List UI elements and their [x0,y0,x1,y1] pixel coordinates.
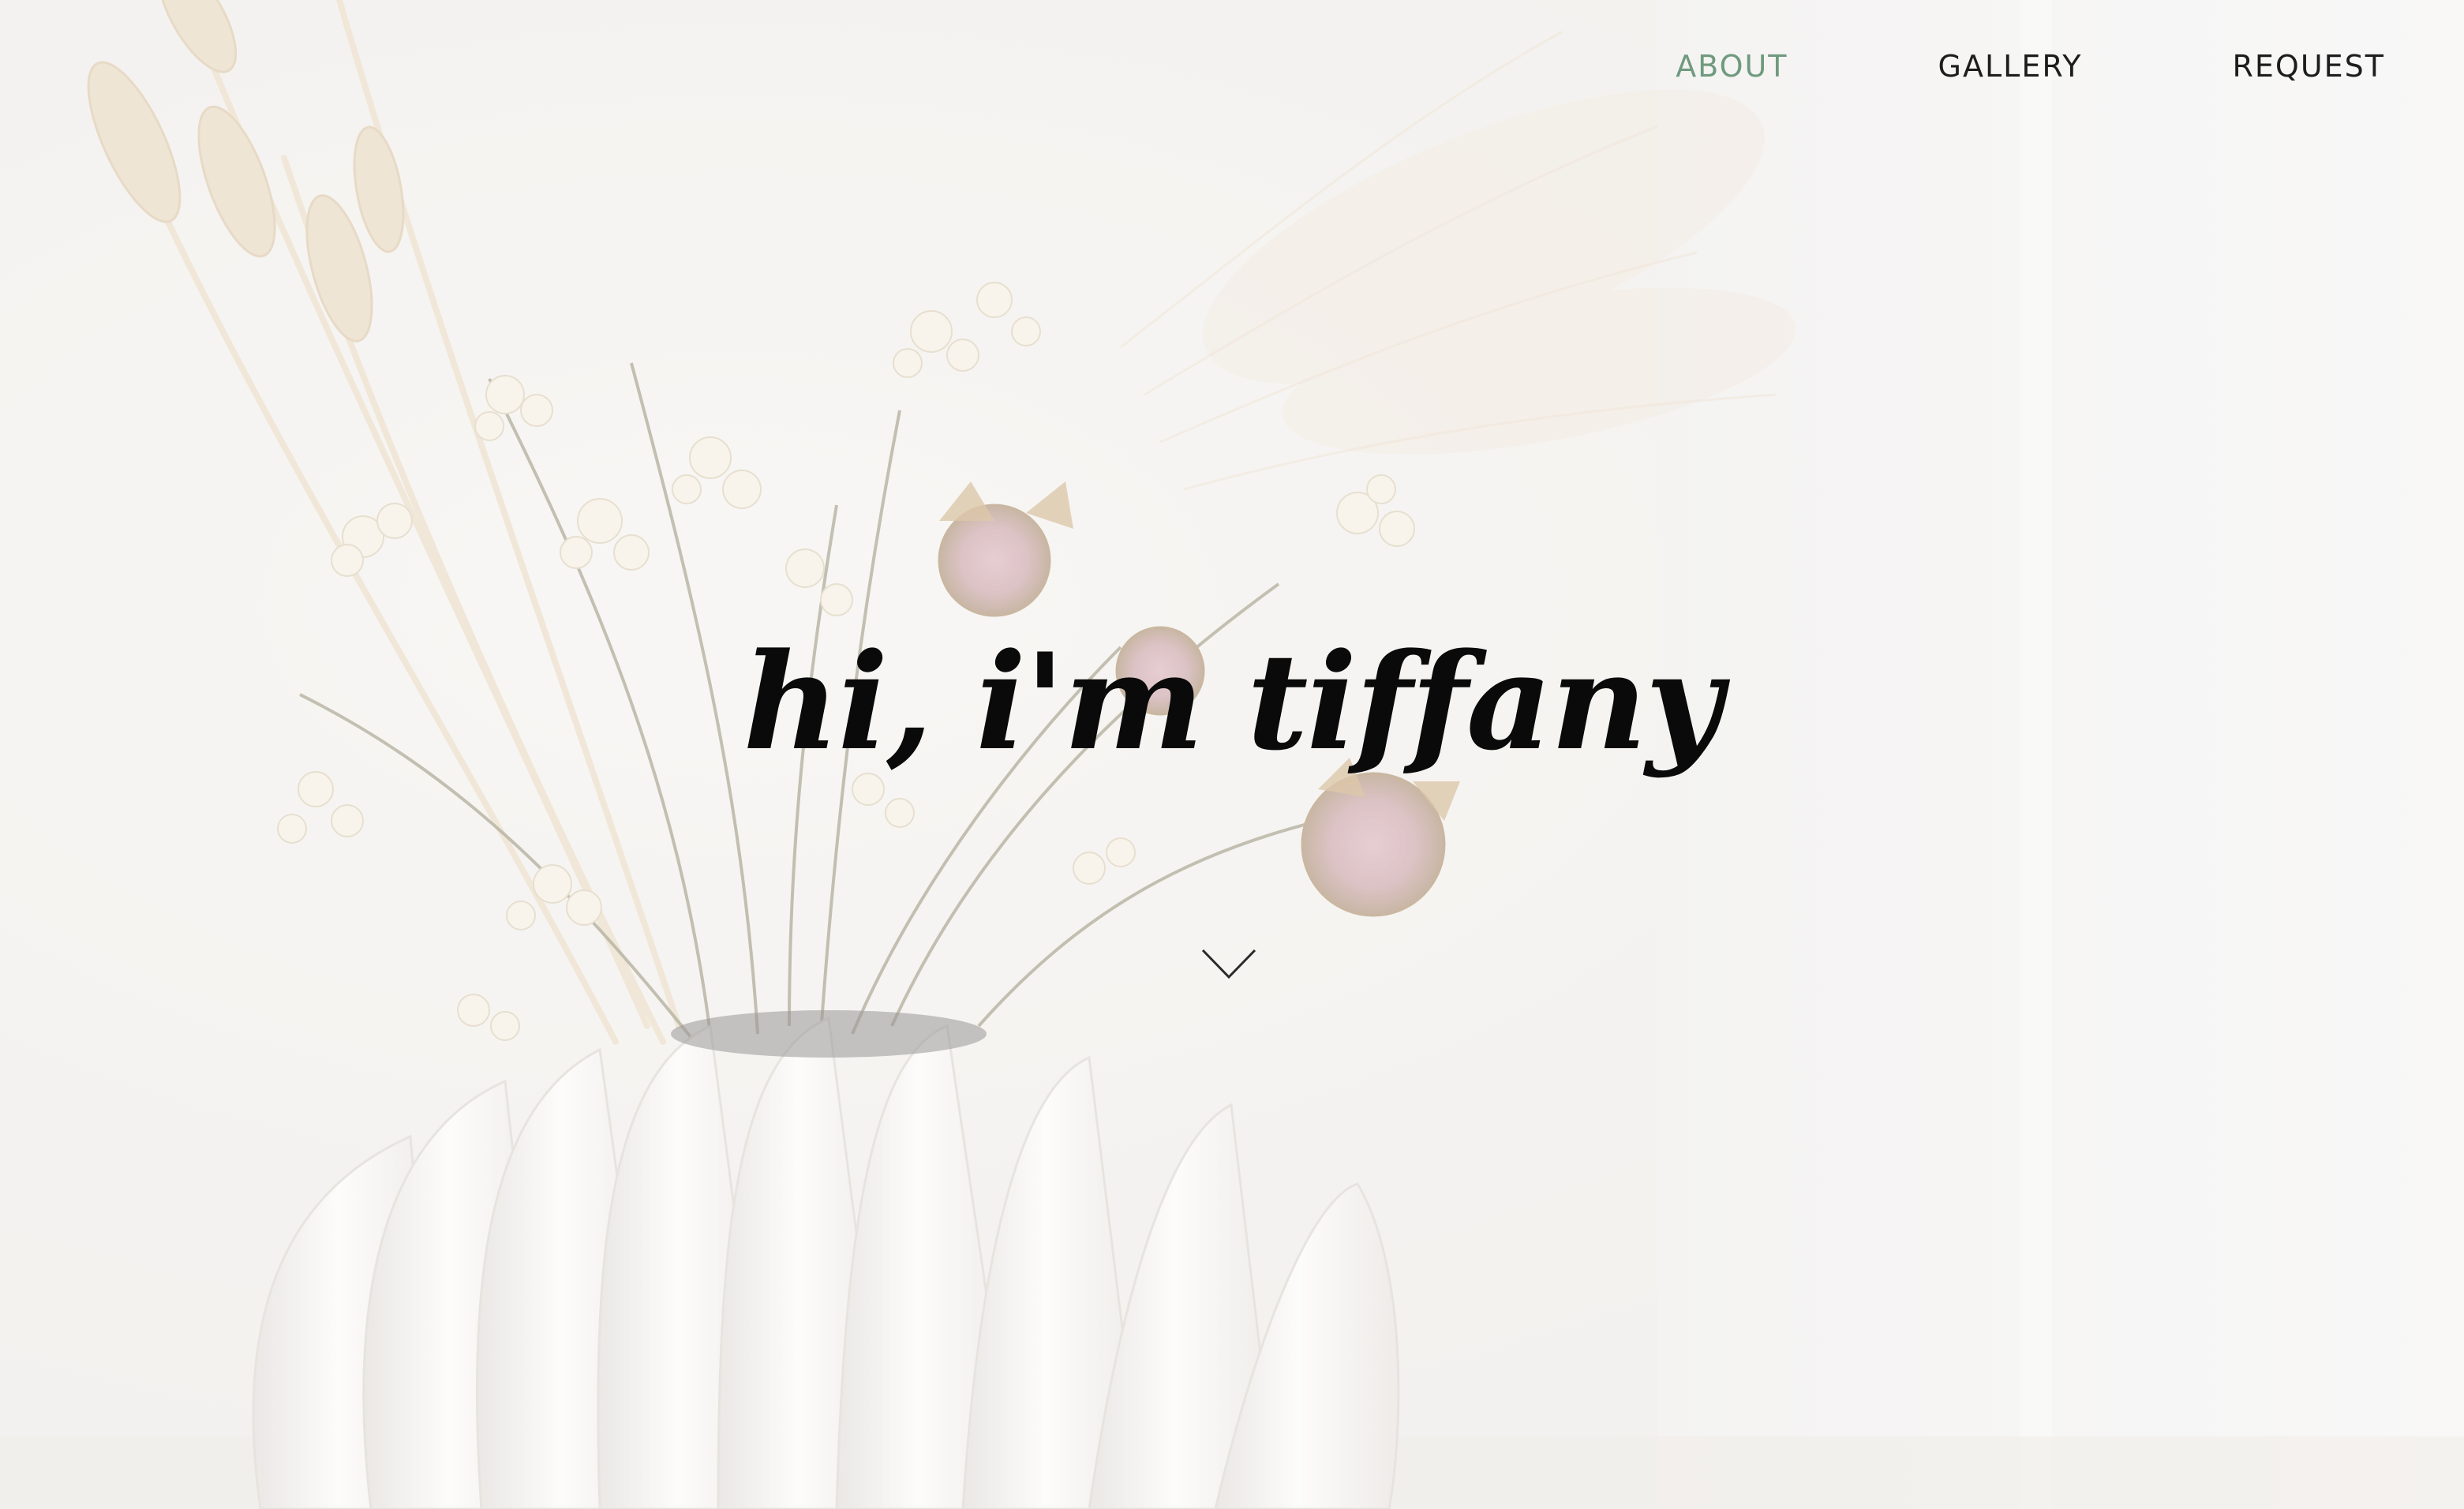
hero-headline: hi, i'm tiffany [743,623,1722,780]
nav-link-about[interactable]: ABOUT [1676,49,1788,84]
main-nav: ABOUT GALLERY REQUEST [1676,49,2385,84]
nav-link-request[interactable]: REQUEST [2233,49,2385,84]
nav-link-gallery[interactable]: GALLERY [1938,49,2083,84]
chevron-down-icon[interactable] [1201,947,1256,982]
